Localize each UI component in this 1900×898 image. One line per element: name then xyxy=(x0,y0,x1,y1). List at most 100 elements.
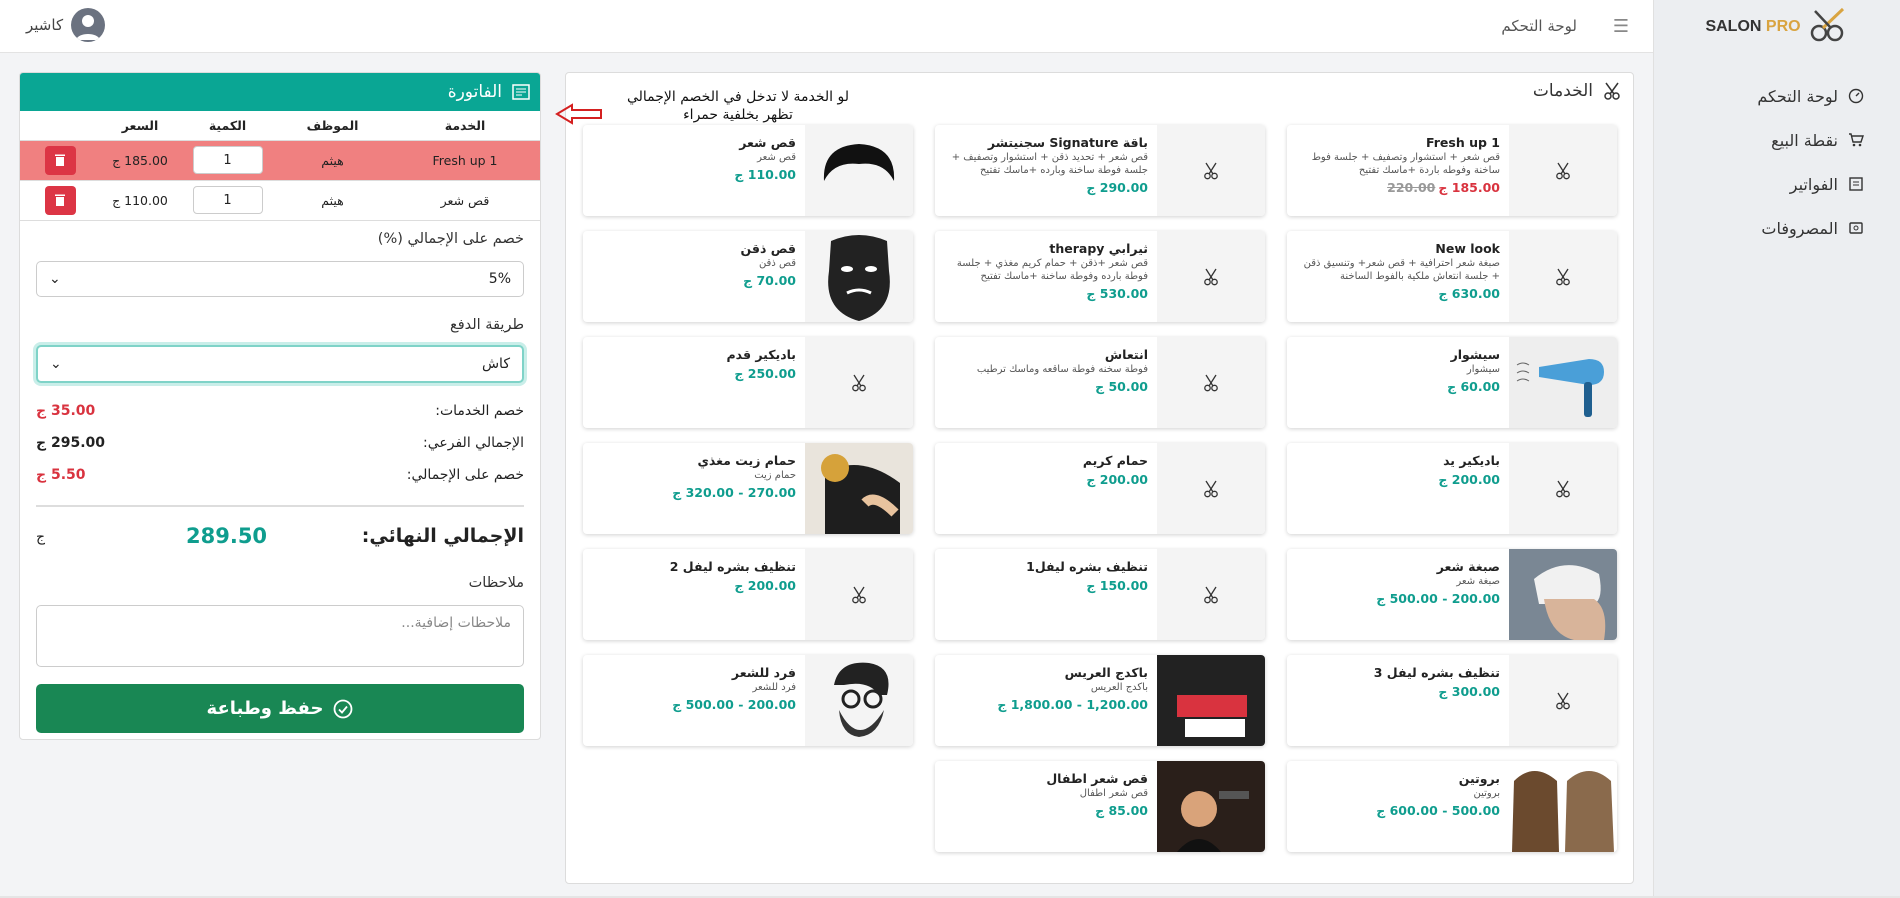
row-employee: هيثم xyxy=(275,180,390,221)
service-card[interactable]: تنظيف بشره ليفل1 150.00 ج xyxy=(935,549,1265,640)
user-menu[interactable]: كاشير xyxy=(26,8,106,42)
service-card[interactable]: باكدج العريس باكدج العريس 1,200.00 - 1,800… xyxy=(935,655,1265,746)
service-thumbnail xyxy=(805,549,913,640)
payment-value: كاش xyxy=(481,356,510,372)
row-service: قص شعر xyxy=(390,180,540,221)
service-price: 630.00 ج xyxy=(1438,286,1500,301)
service-price: 270.00 - 320.00 ج xyxy=(672,485,796,500)
service-description: قص شعر +ذقن + حمام كريم مغذي + جلسة فوطة… xyxy=(956,258,1148,282)
service-name: تنظيف بشره ليفل1 xyxy=(1026,559,1148,574)
scissors-icon xyxy=(1204,162,1218,179)
scissors-icon xyxy=(1556,162,1570,179)
service-thumbnail xyxy=(1509,337,1617,428)
service-card[interactable]: قص شعر اطفال قص شعر اطفال 85.00 ج xyxy=(935,761,1265,852)
service-card[interactable]: فرد للشعر فرد للشعر 200.00 - 500.00 ج xyxy=(583,655,913,746)
service-price: 300.00 ج xyxy=(1438,684,1500,699)
scissors-icon xyxy=(1204,480,1218,497)
menu-toggle-icon[interactable]: ☰ xyxy=(1613,16,1629,37)
service-card[interactable]: سيشوار سيشوار 60.00 ج xyxy=(1287,337,1617,428)
quantity-input[interactable]: 1 xyxy=(192,146,263,174)
currency-label: ج xyxy=(36,529,46,545)
service-card[interactable]: باقة Signature سجنيتشر قص شعر + تحديد ذقن… xyxy=(935,125,1265,216)
service-price: 200.00 - 500.00 ج xyxy=(672,697,796,712)
payment-select[interactable]: كاش ⌄ xyxy=(36,345,524,383)
services-header: الخدمات xyxy=(1533,81,1621,101)
scissors-icon xyxy=(1204,374,1218,391)
delete-button[interactable] xyxy=(44,145,76,175)
service-card[interactable]: تنظيف بشره ليفل 3 300.00 ج xyxy=(1287,655,1617,746)
scissors-icon xyxy=(1604,82,1620,100)
service-name: باكدج العريس xyxy=(1064,665,1148,680)
service-info: باكدج العريس باكدج العريس 1,200.00 - 1,800… xyxy=(943,665,1148,712)
service-info: فرد للشعر فرد للشعر 200.00 - 500.00 ج xyxy=(591,665,796,712)
service-thumbnail xyxy=(1509,125,1617,216)
sidebar-item-dashboard[interactable]: لوحة التحكم xyxy=(1654,74,1900,118)
service-price: 50.00 ج xyxy=(1095,379,1148,394)
service-thumbnail xyxy=(805,231,913,322)
service-thumbnail xyxy=(805,443,913,534)
subtotal-row: الإجمالي الفرعي: 295.00 ج xyxy=(36,435,524,451)
notes-label: ملاحظات xyxy=(468,575,524,591)
service-price: 250.00 ج xyxy=(734,366,796,381)
service-thumbnail xyxy=(1509,231,1617,322)
service-card[interactable]: ثيرابي therapy قص شعر +ذقن + حمام كريم مغ… xyxy=(935,231,1265,322)
service-info: باقة Signature سجنيتشر قص شعر + تحديد ذقن… xyxy=(943,135,1148,195)
discount-label: خصم على الإجمالي (%) xyxy=(377,231,524,247)
quantity-input[interactable]: 1 xyxy=(192,186,263,214)
hair-straightening-image xyxy=(834,662,889,737)
hair-dye-image xyxy=(1509,549,1617,640)
annotation-note: لو الخدمة لا تدخل في الخصم الإجمالي تظهر… xyxy=(626,89,850,123)
service-card[interactable]: باديكير قدم 250.00 ج xyxy=(583,337,913,428)
service-card[interactable]: بروتين بروتين 500.00 - 600.00 ج xyxy=(1287,761,1617,852)
service-info: بروتين بروتين 500.00 - 600.00 ج xyxy=(1295,771,1500,818)
service-card[interactable]: قص ذقن قص ذقن 70.00 ج xyxy=(583,231,913,322)
service-description: سيشوار xyxy=(1466,364,1500,375)
service-name: انتعاش xyxy=(1104,347,1148,362)
kids-haircut-image xyxy=(1157,761,1265,852)
dashboard-icon xyxy=(1848,88,1864,104)
discount-select[interactable]: 5% ⌄ xyxy=(36,261,524,297)
sidebar-item-expenses[interactable]: المصروفات xyxy=(1654,206,1900,250)
logo-scissors-icon xyxy=(1810,7,1844,41)
service-name: ثيرابي therapy xyxy=(1049,241,1148,256)
row-price: 110.00 ج xyxy=(100,180,180,221)
service-card[interactable]: Fresh up 1 قص شعر + استشوار وتصفيف + جلسة… xyxy=(1287,125,1617,216)
save-print-button[interactable]: حفظ وطباعة xyxy=(36,684,524,733)
service-thumbnail xyxy=(1157,125,1265,216)
service-info: قص ذقن قص ذقن 70.00 ج xyxy=(591,241,796,288)
service-card[interactable]: حمام زيت مغذي حمام زيت 270.00 - 320.00 ج xyxy=(583,443,913,534)
col-qty: الكمية xyxy=(180,111,275,141)
service-description: صبغة شعر xyxy=(1456,576,1500,587)
user-name: كاشير xyxy=(26,16,64,34)
user-icon xyxy=(76,15,101,40)
service-card[interactable]: New look صبغة شعر احترافية + قص شعر+ وتنس… xyxy=(1287,231,1617,322)
service-card[interactable]: قص شعر قص شعر 110.00 ج xyxy=(583,125,913,216)
service-name: سيشوار xyxy=(1450,347,1500,362)
service-name: باديكير يد xyxy=(1443,453,1500,468)
service-card[interactable]: صبغة شعر صبغة شعر 200.00 - 500.00 ج xyxy=(1287,549,1617,640)
service-info: ثيرابي therapy قص شعر +ذقن + حمام كريم مغ… xyxy=(943,241,1148,301)
check-circle-icon xyxy=(334,699,353,718)
service-thumbnail xyxy=(1509,761,1617,852)
service-card[interactable]: حمام كريم 200.00 ج xyxy=(935,443,1265,534)
trash-icon xyxy=(55,194,65,206)
service-info: حمام زيت مغذي حمام زيت 270.00 - 320.00 ج xyxy=(591,453,796,500)
service-card[interactable]: باديكير يد 200.00 ج xyxy=(1287,443,1617,534)
scissors-icon xyxy=(1556,268,1570,285)
delete-button[interactable] xyxy=(44,185,76,215)
topbar: ☰ لوحة التحكم كاشير xyxy=(0,0,1653,53)
service-name: باقة Signature سجنيتشر xyxy=(987,135,1148,150)
service-price: 290.00 ج xyxy=(1086,180,1148,195)
service-info: باديكير يد 200.00 ج xyxy=(1295,453,1500,487)
sidebar-item-pos[interactable]: نقطة البيع xyxy=(1654,118,1900,162)
notes-field[interactable]: ملاحظات إضافية... xyxy=(36,605,524,667)
service-thumbnail xyxy=(1157,549,1265,640)
service-name: باديكير قدم xyxy=(726,347,796,362)
service-thumbnail xyxy=(805,655,913,746)
service-description: باكدج العريس xyxy=(1090,682,1148,693)
service-card[interactable]: تنظيف بشره ليفل 2 200.00 ج xyxy=(583,549,913,640)
receipt-icon xyxy=(512,84,530,100)
services-panel: الخدمات Fresh up 1 قص شعر + استشوار وتصفي… xyxy=(565,72,1634,884)
service-card[interactable]: انتعاش فوطة سخنه فوطة ساقعه وماسك ترطيب 50… xyxy=(935,337,1265,428)
sidebar-item-invoices[interactable]: الفواتير xyxy=(1654,162,1900,206)
